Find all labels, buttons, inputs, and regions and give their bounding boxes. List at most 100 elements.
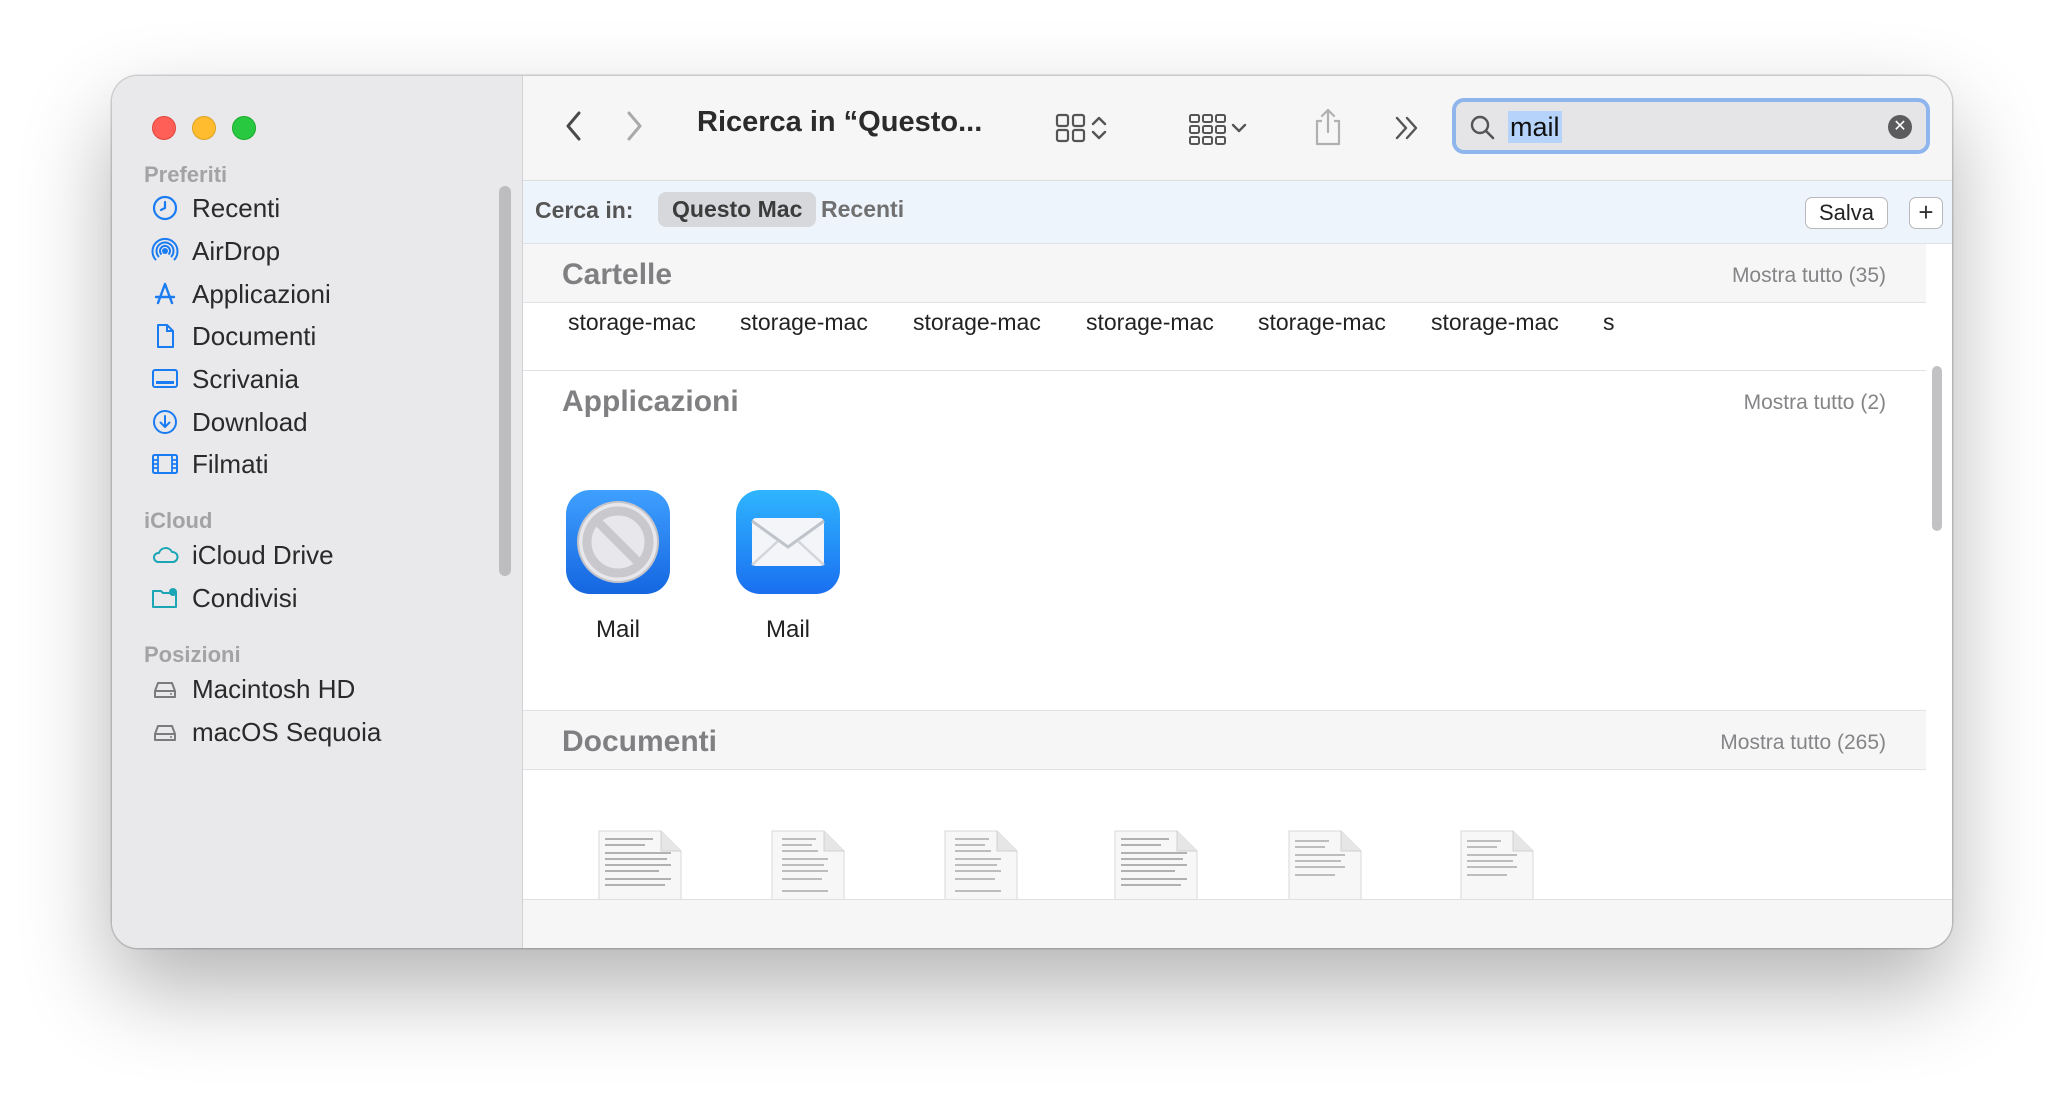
folder-result[interactable]: storage-mac xyxy=(1258,309,1386,336)
sidebar-item-label: Download xyxy=(192,406,308,437)
document-preview-icon xyxy=(771,830,845,899)
airdrop-icon xyxy=(148,234,182,268)
section-title: Applicazioni xyxy=(562,385,739,418)
search-field[interactable]: mail ✕ xyxy=(1452,98,1930,154)
sidebar-item-download[interactable]: Download xyxy=(148,400,488,444)
share-icon xyxy=(1315,108,1341,146)
chevron-down-icon xyxy=(1231,123,1247,133)
results-scrollbar[interactable] xyxy=(1932,366,1942,531)
search-icon xyxy=(1470,115,1495,140)
show-all-folders-link[interactable]: Mostra tutto (35) xyxy=(1732,264,1886,288)
sidebar-item-label: Recenti xyxy=(192,192,281,223)
app-name: Mail xyxy=(595,616,640,643)
sidebar-item-applicazioni[interactable]: Applicazioni xyxy=(148,272,488,316)
document-thumbnail[interactable] xyxy=(941,829,1021,899)
sidebar-item-macintosh-hd[interactable]: Macintosh HD xyxy=(148,667,488,711)
disk-icon xyxy=(148,715,182,749)
desktop-icon xyxy=(148,362,182,396)
document-preview-icon xyxy=(1460,830,1534,899)
folders-section-header: Cartelle Mostra tutto (35) xyxy=(523,244,1926,303)
chevron-left-icon xyxy=(566,111,581,141)
sidebar: Preferiti Recenti AirDrop Applicazioni D… xyxy=(112,76,523,948)
minimize-window-button[interactable] xyxy=(192,116,216,140)
forward-button[interactable] xyxy=(619,106,649,146)
chevron-updown-icon xyxy=(1091,116,1107,140)
scope-this-mac-button[interactable]: Questo Mac xyxy=(658,192,817,227)
sidebar-item-label: Documenti xyxy=(192,320,317,351)
document-preview-icon xyxy=(1288,830,1362,899)
sidebar-item-icloud-drive[interactable]: iCloud Drive xyxy=(148,533,488,577)
icloud-icon xyxy=(148,538,182,572)
chevron-right-icon xyxy=(627,111,642,141)
section-title: Documenti xyxy=(562,725,718,758)
double-chevron-right-icon xyxy=(1395,116,1418,140)
app-result-mail[interactable]: Mail xyxy=(713,487,863,644)
folder-result[interactable]: storage-mac xyxy=(1086,309,1214,336)
app-result-mail-disabled[interactable]: Mail xyxy=(543,487,693,644)
document-thumbnail[interactable] xyxy=(595,829,685,899)
sidebar-item-label: iCloud Drive xyxy=(192,539,334,570)
app-name: Mail xyxy=(765,616,810,643)
sidebar-item-label: macOS Sequoia xyxy=(192,716,382,747)
section-title: Cartelle xyxy=(562,258,673,291)
document-thumbnail[interactable] xyxy=(768,829,848,899)
folder-result[interactable]: storage-mac xyxy=(1431,309,1559,336)
window-title: Ricerca in “Questo... xyxy=(697,106,983,138)
applications-icon xyxy=(148,277,182,311)
folder-result[interactable]: s xyxy=(1603,309,1615,336)
sidebar-scrollbar[interactable] xyxy=(499,186,511,576)
view-mode-button[interactable] xyxy=(1046,106,1116,150)
sidebar-section-favorites: Preferiti xyxy=(144,162,228,187)
scope-recents-button[interactable]: Recenti xyxy=(821,196,904,223)
sidebar-item-macos-sequoia[interactable]: macOS Sequoia xyxy=(148,710,488,754)
close-window-button[interactable] xyxy=(152,116,176,140)
sidebar-item-documenti[interactable]: Documenti xyxy=(148,314,488,358)
document-thumbnail[interactable] xyxy=(1457,829,1537,899)
sidebar-item-label: AirDrop xyxy=(192,235,281,266)
disk-icon xyxy=(148,672,182,706)
shared-folder-icon xyxy=(148,581,182,615)
zoom-window-button[interactable] xyxy=(232,116,256,140)
finder-window: Preferiti Recenti AirDrop Applicazioni D… xyxy=(112,76,1952,948)
save-search-button[interactable]: Salva xyxy=(1805,197,1889,229)
sidebar-item-condivisi[interactable]: Condivisi xyxy=(148,576,488,620)
group-grid-icon xyxy=(1189,114,1226,145)
mail-disabled-app-icon xyxy=(566,490,670,594)
document-preview-icon xyxy=(598,830,682,899)
film-icon xyxy=(148,447,182,481)
show-all-apps-link[interactable]: Mostra tutto (2) xyxy=(1744,391,1886,415)
clock-icon xyxy=(148,191,182,225)
back-button[interactable] xyxy=(559,106,589,146)
search-results: Cartelle Mostra tutto (35) storage-mac s… xyxy=(523,244,1952,899)
document-preview-icon xyxy=(944,830,1018,899)
sidebar-section-icloud: iCloud xyxy=(144,508,213,533)
add-criteria-button[interactable]: + xyxy=(1909,197,1943,229)
share-button[interactable] xyxy=(1306,102,1350,152)
sidebar-item-recenti[interactable]: Recenti xyxy=(148,186,488,230)
mail-app-icon xyxy=(736,490,840,594)
search-input[interactable]: mail xyxy=(1508,111,1562,143)
document-thumbnail[interactable] xyxy=(1111,829,1201,899)
sidebar-item-label: Macintosh HD xyxy=(192,673,356,704)
sidebar-item-label: Applicazioni xyxy=(192,278,331,309)
icon-view-grid-icon xyxy=(1055,113,1086,143)
sidebar-item-airdrop[interactable]: AirDrop xyxy=(148,229,488,273)
folder-result[interactable]: storage-mac xyxy=(568,309,696,336)
group-by-button[interactable] xyxy=(1180,106,1256,150)
scope-label: Cerca in: xyxy=(535,197,634,223)
more-toolbar-button[interactable] xyxy=(1389,108,1425,148)
folder-result[interactable]: storage-mac xyxy=(913,309,1041,336)
search-scope-bar: Cerca in: Questo Mac Recenti Salva + xyxy=(523,181,1952,244)
folder-result[interactable]: storage-mac xyxy=(740,309,868,336)
sidebar-item-filmati[interactable]: Filmati xyxy=(148,442,488,486)
document-icon xyxy=(148,319,182,353)
sidebar-item-label: Condivisi xyxy=(192,582,298,613)
documents-section-header: Documenti Mostra tutto (265) xyxy=(523,711,1926,770)
sidebar-item-label: Scrivania xyxy=(192,363,299,394)
show-all-documents-link[interactable]: Mostra tutto (265) xyxy=(1720,731,1886,755)
sidebar-item-label: Filmati xyxy=(192,448,269,479)
sidebar-item-scrivania[interactable]: Scrivania xyxy=(148,357,488,401)
document-thumbnail[interactable] xyxy=(1285,829,1365,899)
toolbar: Ricerca in “Questo... mail ✕ xyxy=(523,76,1952,181)
clear-search-icon[interactable]: ✕ xyxy=(1888,115,1912,139)
